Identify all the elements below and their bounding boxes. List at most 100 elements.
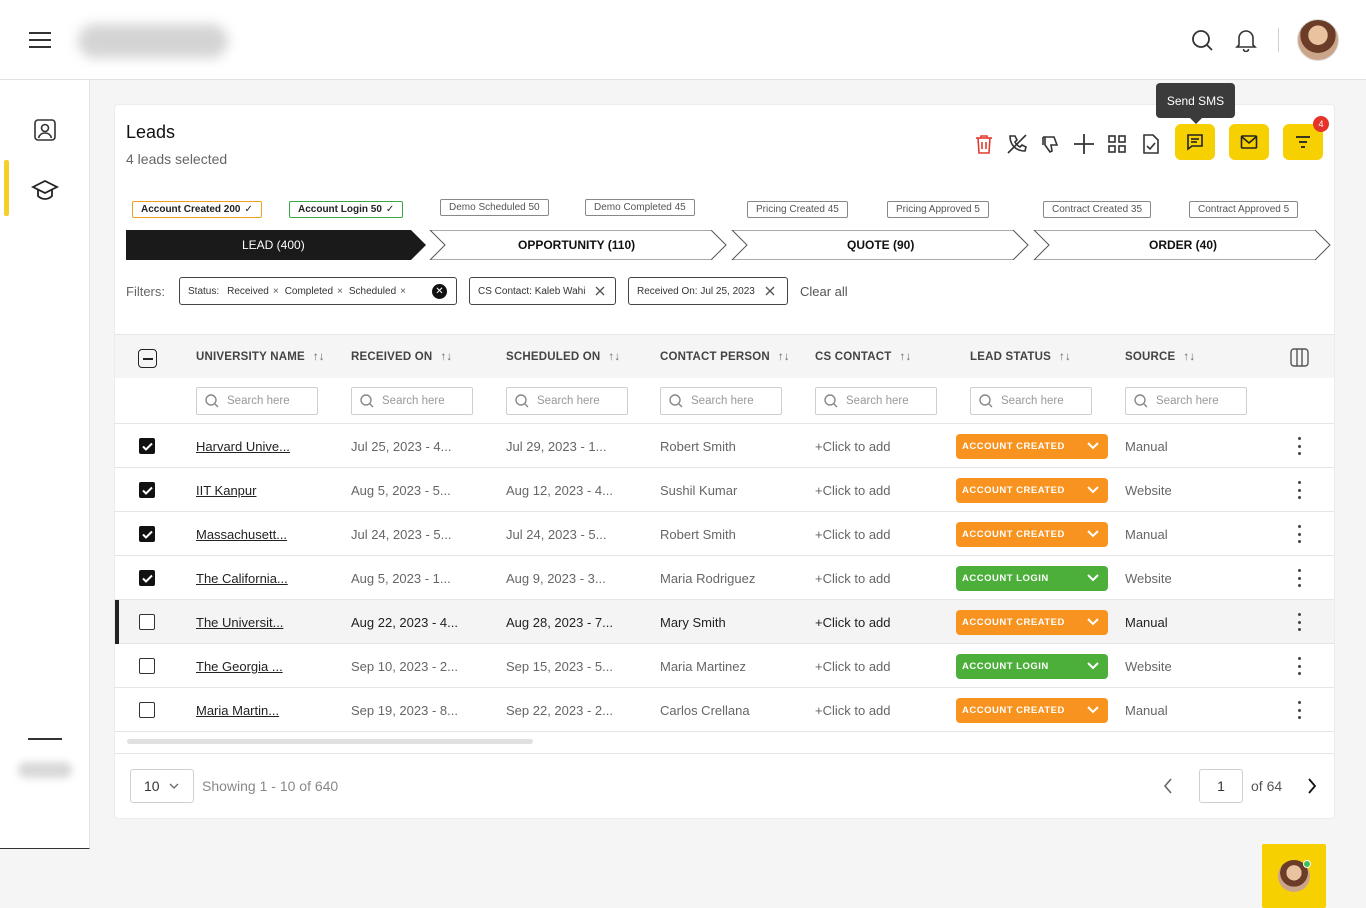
column-source[interactable]: SOURCE ↑↓	[1125, 351, 1195, 363]
page-size-select[interactable]: 10	[130, 769, 194, 803]
sort-icon[interactable]: ↑↓	[778, 351, 790, 363]
row-menu-icon[interactable]	[1296, 613, 1302, 631]
column-cs-contact[interactable]: CS CONTACT ↑↓	[815, 351, 911, 363]
cs-contact-filter[interactable]: CS Contact: Kaleb Wahi	[469, 277, 616, 305]
lead-status-dropdown[interactable]: ACCOUNT CREATED	[956, 698, 1108, 723]
row-menu-icon[interactable]	[1296, 437, 1302, 455]
contacts-icon[interactable]	[30, 115, 60, 145]
remove-scheduled-icon[interactable]: ×	[400, 286, 406, 297]
row-menu-icon[interactable]	[1296, 701, 1302, 719]
cs-contact-add[interactable]: +Click to add	[815, 527, 891, 542]
column-lead-status[interactable]: LEAD STATUS ↑↓	[970, 351, 1071, 363]
document-check-icon[interactable]	[1138, 131, 1164, 157]
column-received-on[interactable]: RECEIVED ON ↑↓	[351, 351, 452, 363]
search-icon[interactable]	[1188, 26, 1216, 54]
columns-settings-icon[interactable]	[1290, 348, 1309, 372]
search-cs-contact-input[interactable]: Search here	[815, 387, 937, 415]
table-row[interactable]: The California... Aug 5, 2023 - 1... Aug 9…	[115, 556, 1334, 600]
stage-chip-account-created[interactable]: Account Created 200 ✓	[132, 201, 262, 218]
thumbs-down-icon[interactable]	[1037, 131, 1063, 157]
search-university-input[interactable]: Search here	[196, 387, 318, 415]
chat-support-button[interactable]	[1262, 844, 1326, 908]
table-row[interactable]: Harvard Unive... Jul 25, 2023 - 4... Jul 2…	[115, 424, 1334, 468]
pipeline-stage-order[interactable]: ORDER (40)	[1149, 238, 1217, 252]
lead-status-dropdown[interactable]: ACCOUNT LOGIN	[956, 566, 1108, 591]
row-menu-icon[interactable]	[1296, 481, 1302, 499]
sort-icon[interactable]: ↑↓	[1183, 351, 1195, 363]
stage-chip-pricing-approved[interactable]: Pricing Approved 5	[887, 201, 989, 218]
sort-icon[interactable]: ↑↓	[440, 351, 452, 363]
pipeline-stage-opportunity[interactable]: OPPORTUNITY (110)	[518, 238, 635, 252]
received-on-filter[interactable]: Received On: Jul 25, 2023	[628, 277, 788, 305]
row-checkbox[interactable]	[139, 438, 155, 454]
remove-cs-contact-icon[interactable]	[595, 286, 605, 296]
university-name-link[interactable]: Massachusett...	[196, 527, 287, 542]
page-number-input[interactable]: 1	[1199, 769, 1243, 803]
column-contact-person[interactable]: CONTACT PERSON ↑↓	[660, 351, 790, 363]
row-checkbox[interactable]	[139, 702, 155, 718]
cs-contact-add[interactable]: +Click to add	[815, 615, 891, 630]
user-avatar[interactable]	[1297, 19, 1339, 61]
sort-icon[interactable]: ↑↓	[900, 351, 912, 363]
search-scheduled-input[interactable]: Search here	[506, 387, 628, 415]
search-contact-input[interactable]: Search here	[660, 387, 782, 415]
cs-contact-add[interactable]: +Click to add	[815, 659, 891, 674]
row-menu-icon[interactable]	[1296, 569, 1302, 587]
call-disabled-icon[interactable]	[1004, 131, 1030, 157]
table-row[interactable]: The Georgia ... Sep 10, 2023 - 2... Sep 15…	[115, 644, 1334, 688]
row-checkbox[interactable]	[139, 658, 155, 674]
menu-icon[interactable]	[29, 32, 51, 48]
table-row[interactable]: Maria Martin... Sep 19, 2023 - 8... Sep 22…	[115, 688, 1334, 732]
grid-icon[interactable]	[1104, 131, 1130, 157]
graduation-cap-icon[interactable]	[30, 175, 60, 205]
select-all-checkbox[interactable]	[138, 349, 157, 368]
filter-button[interactable]: 4	[1283, 116, 1329, 160]
stage-chip-demo-completed[interactable]: Demo Completed 45	[585, 199, 695, 216]
stage-chip-pricing-created[interactable]: Pricing Created 45	[747, 201, 848, 218]
row-checkbox[interactable]	[139, 570, 155, 586]
stage-chip-account-login[interactable]: Account Login 50 ✓	[289, 201, 404, 218]
row-checkbox[interactable]	[139, 526, 155, 542]
search-lead-status-input[interactable]: Search here	[970, 387, 1092, 415]
add-icon[interactable]	[1071, 131, 1097, 157]
row-checkbox[interactable]	[139, 482, 155, 498]
search-source-input[interactable]: Search here	[1125, 387, 1247, 415]
university-name-link[interactable]: The Universit...	[196, 615, 283, 630]
remove-received-icon[interactable]: ×	[273, 286, 279, 297]
stage-chip-demo-scheduled[interactable]: Demo Scheduled 50	[440, 199, 549, 216]
lead-status-dropdown[interactable]: ACCOUNT CREATED	[956, 522, 1108, 547]
university-name-link[interactable]: The California...	[196, 571, 288, 586]
bell-icon[interactable]	[1232, 26, 1260, 54]
table-row[interactable]: The Universit... Aug 22, 2023 - 4... Aug 2…	[115, 600, 1334, 644]
delete-icon[interactable]	[971, 131, 997, 157]
send-email-button[interactable]	[1229, 124, 1269, 160]
clear-status-filter-icon[interactable]: ✕	[432, 283, 447, 299]
university-name-link[interactable]: Maria Martin...	[196, 703, 279, 718]
lead-status-dropdown[interactable]: ACCOUNT CREATED	[956, 434, 1108, 459]
pipeline-stage-quote[interactable]: QUOTE (90)	[847, 238, 914, 252]
prev-page-icon[interactable]	[1162, 777, 1174, 800]
remove-completed-icon[interactable]: ×	[337, 286, 343, 297]
cs-contact-add[interactable]: +Click to add	[815, 483, 891, 498]
lead-status-dropdown[interactable]: ACCOUNT CREATED	[956, 478, 1108, 503]
remove-received-on-icon[interactable]	[765, 286, 775, 296]
next-page-icon[interactable]	[1306, 777, 1318, 800]
horizontal-scrollbar[interactable]	[127, 739, 533, 744]
lead-status-dropdown[interactable]: ACCOUNT CREATED	[956, 610, 1108, 635]
column-scheduled-on[interactable]: SCHEDULED ON ↑↓	[506, 351, 620, 363]
row-checkbox[interactable]	[139, 614, 155, 630]
table-row[interactable]: IIT Kanpur Aug 5, 2023 - 5... Aug 12, 2023…	[115, 468, 1334, 512]
status-filter[interactable]: Status: Received × Completed × Scheduled × …	[179, 277, 457, 305]
row-menu-icon[interactable]	[1296, 525, 1302, 543]
sort-icon[interactable]: ↑↓	[1059, 351, 1071, 363]
cs-contact-add[interactable]: +Click to add	[815, 571, 891, 586]
university-name-link[interactable]: Harvard Unive...	[196, 439, 290, 454]
lead-status-dropdown[interactable]: ACCOUNT LOGIN	[956, 654, 1108, 679]
stage-chip-contract-created[interactable]: Contract Created 35	[1043, 201, 1152, 218]
university-name-link[interactable]: The Georgia ...	[196, 659, 283, 674]
university-name-link[interactable]: IIT Kanpur	[196, 483, 256, 498]
stage-chip-contract-approved[interactable]: Contract Approved 5	[1189, 201, 1299, 218]
cs-contact-add[interactable]: +Click to add	[815, 439, 891, 454]
sort-icon[interactable]: ↑↓	[608, 351, 620, 363]
sort-icon[interactable]: ↑↓	[313, 351, 325, 363]
